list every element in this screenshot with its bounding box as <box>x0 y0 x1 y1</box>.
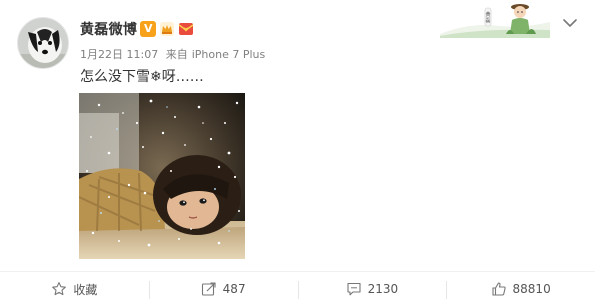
chevron-down-icon <box>563 19 577 28</box>
author-row: 黄磊微博 V <box>80 17 194 41</box>
comment-count: 2130 <box>367 282 399 296</box>
cartoon-banner-icon: 黄 磊 <box>440 4 550 38</box>
favorite-button[interactable]: 收藏 <box>0 272 149 306</box>
share-icon <box>201 282 216 296</box>
photo-child-snow-icon <box>79 93 245 259</box>
author-avatar[interactable] <box>17 17 69 69</box>
post-image[interactable] <box>79 93 245 259</box>
comment-button[interactable]: 2130 <box>297 272 447 306</box>
share-count: 487 <box>222 282 246 296</box>
favorite-label: 收藏 <box>73 282 98 297</box>
vip-v-badge-icon[interactable]: V <box>140 21 157 37</box>
post-text: 怎么没下雪❄呀…… <box>80 69 204 85</box>
share-button[interactable]: 487 <box>148 272 298 306</box>
author-name[interactable]: 黄磊微博 <box>80 19 137 39</box>
svg-text:磊: 磊 <box>485 18 490 24</box>
post-meta: 1月22日 11:07 来自 iPhone 7 Plus <box>80 46 269 62</box>
decorative-banner: 黄 磊 <box>440 0 550 38</box>
post-source[interactable]: iPhone 7 Plus <box>192 48 266 61</box>
svg-text:黄: 黄 <box>485 11 490 18</box>
star-icon <box>52 282 67 296</box>
action-bar: 收藏 487 2130 88810 <box>0 271 595 306</box>
weibo-post-card: 黄磊微博 V 黄 磊 1月22日 11:07 来自 iPhone 7 Plus … <box>0 0 595 306</box>
like-button[interactable]: 88810 <box>446 272 595 306</box>
more-options-button[interactable] <box>561 15 579 29</box>
like-count: 88810 <box>512 282 551 296</box>
post-date[interactable]: 1月22日 11:07 <box>80 48 158 61</box>
thumbs-up-icon <box>491 282 506 296</box>
heart-envelope-badge-icon[interactable] <box>178 21 194 37</box>
comment-icon <box>347 282 361 296</box>
dog-avatar-icon <box>18 18 68 68</box>
source-prefix: 来自 <box>165 48 188 61</box>
crown-badge-icon[interactable] <box>159 21 175 37</box>
